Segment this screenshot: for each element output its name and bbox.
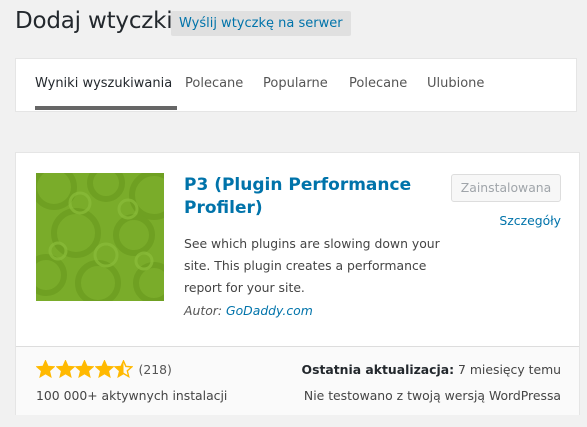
tab-recommended[interactable]: Polecane (349, 76, 407, 91)
plugin-icon[interactable] (36, 173, 164, 301)
details-link[interactable]: Szczegóły (499, 213, 561, 228)
star-icon (55, 360, 75, 378)
tab-favorites[interactable]: Ulubione (427, 76, 484, 91)
plugin-card-top: P3 (Plugin Performance Profiler) See whi… (16, 153, 579, 346)
page-title: Dodaj wtyczki (15, 8, 173, 34)
plugin-card-bottom: (218) 100 000+ aktywnych instalacji Osta… (16, 346, 579, 415)
author-label: Autor: (184, 303, 223, 318)
last-updated-label: Ostatnia aktualizacja: (301, 362, 455, 377)
plugin-name-link[interactable]: P3 (Plugin Performance Profiler) (184, 174, 424, 220)
star-half-icon (114, 360, 133, 378)
last-updated-value: 7 miesięcy temu (458, 362, 561, 377)
plugin-rating: (218) (36, 360, 172, 378)
installed-button: Zainstalowana (451, 174, 561, 202)
star-icon (94, 360, 114, 378)
rating-count: (218) (138, 361, 172, 377)
plugin-icon-pattern (36, 173, 164, 301)
tab-search-results[interactable]: Wyniki wyszukiwania (35, 76, 172, 91)
plugin-description: See which plugins are slowing down your … (184, 236, 440, 295)
star-rating (36, 360, 134, 378)
last-updated: Ostatnia aktualizacja: 7 miesięcy temu (302, 362, 561, 377)
author-link[interactable]: GoDaddy.com (226, 303, 313, 318)
plugin-author: Autor: GoDaddy.com (184, 303, 313, 318)
tab-featured[interactable]: Polecane (185, 76, 243, 91)
star-icon (75, 360, 94, 378)
tab-popular[interactable]: Popularne (263, 76, 328, 91)
active-tab-indicator (35, 106, 177, 110)
filter-tabs: Wyniki wyszukiwania Polecane Popularne P… (15, 58, 577, 112)
plugin-card: P3 (Plugin Performance Profiler) See whi… (15, 152, 580, 415)
active-installs: 100 000+ aktywnych instalacji (36, 388, 228, 403)
star-icon (36, 360, 55, 378)
compatibility-note: Nie testowano z twoją wersją WordPressa (303, 388, 561, 403)
upload-plugin-button[interactable]: Wyślij wtyczkę na serwer (171, 11, 351, 36)
